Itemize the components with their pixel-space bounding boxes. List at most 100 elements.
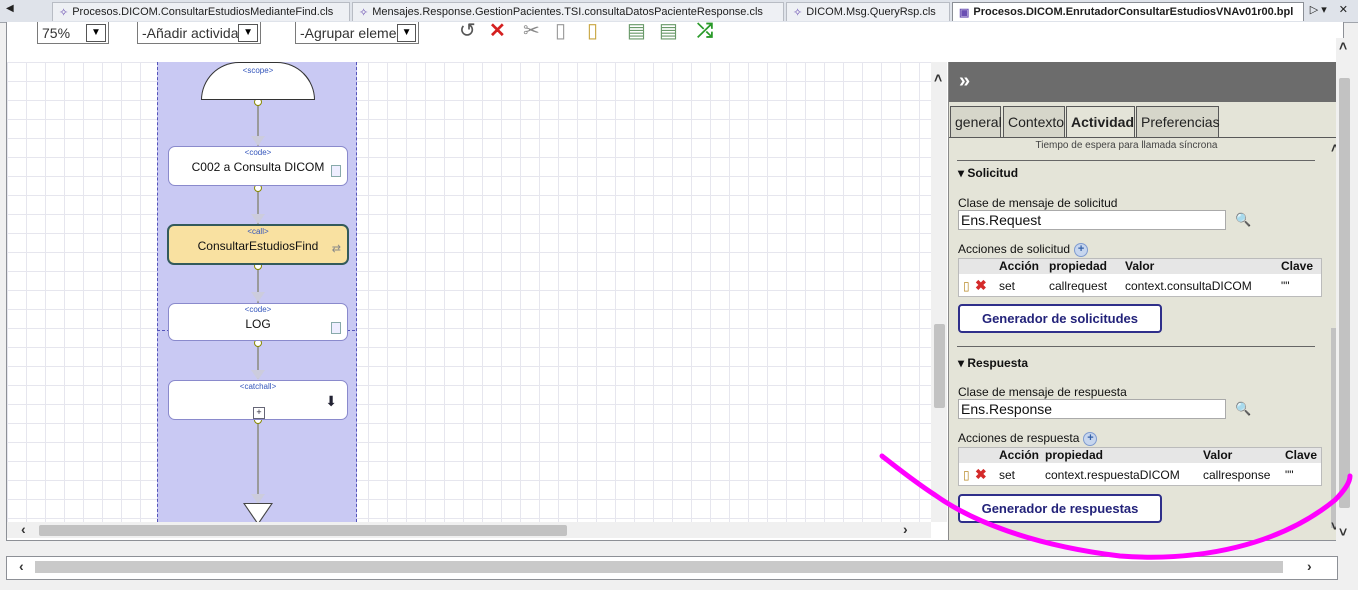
chevron-down-icon: ▼ xyxy=(238,23,258,42)
collapse-triangle-icon: ▾ xyxy=(958,356,968,370)
zoom-select[interactable]: 75% ▼ xyxy=(37,22,109,44)
bpl-file-icon: ▣ xyxy=(959,6,970,19)
document-tab-bar: ◀ ✧ Procesos.DICOM.ConsultarEstudiosMedi… xyxy=(0,0,1358,23)
column-header: propiedad xyxy=(1045,448,1104,462)
column-header: Clave xyxy=(1281,259,1314,273)
arrow-head-icon xyxy=(251,370,265,380)
tab-contexto[interactable]: Contexto xyxy=(1003,106,1065,137)
tab-scroll-left-icon[interactable]: ◀ xyxy=(6,3,14,14)
tab-general[interactable]: general xyxy=(950,106,1002,137)
editor-vertical-scrollbar[interactable]: ˄ ˅ xyxy=(1336,38,1352,542)
activity-name: ConsultarEstudiosFind xyxy=(197,239,319,253)
diagram-canvas[interactable]: <scope> <code> C002 a Consulta DICOM <ca… xyxy=(7,62,931,522)
edit-action-icon[interactable]: ▯ xyxy=(963,279,970,293)
response-class-input[interactable]: Ens.Response xyxy=(958,399,1226,419)
activity-kind-label: <code> xyxy=(244,305,272,314)
class-file-icon: ✧ xyxy=(59,6,69,19)
tab-label: DICOM.Msg.QueryRsp.cls xyxy=(806,6,936,18)
scrollbar-thumb[interactable] xyxy=(35,561,1283,573)
add-activity-value: -Añadir activida xyxy=(142,24,239,41)
request-section-header[interactable]: ▾ Solicitud xyxy=(958,166,1018,180)
delete-action-icon[interactable]: ✖ xyxy=(975,277,987,294)
scroll-right-icon[interactable]: › xyxy=(1307,558,1312,574)
scroll-right-icon[interactable]: › xyxy=(903,521,908,537)
request-section-title: Solicitud xyxy=(967,166,1019,180)
close-icon[interactable]: ✕ xyxy=(1339,3,1348,16)
document-icon xyxy=(331,322,341,334)
canvas-vertical-scrollbar[interactable]: ˄ xyxy=(931,62,947,522)
search-icon[interactable]: 🔍 xyxy=(1235,401,1251,417)
scope-end-shape-inner xyxy=(245,504,271,522)
response-section-title: Respuesta xyxy=(967,356,1029,370)
column-header: Valor xyxy=(1203,448,1233,462)
arrow-head-icon xyxy=(251,214,265,224)
arrange-icon[interactable]: ⤮ xyxy=(697,22,713,41)
column-header: Clave xyxy=(1285,448,1318,462)
diagram-toolbar: 75% ▼ -Añadir activida ▼ -Agrupar elemen… xyxy=(7,22,1343,62)
tab-enrutador-consultar-estudios[interactable]: ▣ Procesos.DICOM.EnrutadorConsultarEstud… xyxy=(952,2,1304,21)
value-cell: context.consultaDICOM xyxy=(1125,279,1252,293)
tab-actividad[interactable]: Actividad xyxy=(1066,106,1135,138)
table-row[interactable]: ▯ ✖ set context.respuestaDICOM callrespo… xyxy=(959,463,1321,485)
request-class-label: Clase de mensaje de solicitud xyxy=(958,196,1118,210)
tab-query-rsp[interactable]: ✧ DICOM.Msg.QueryRsp.cls xyxy=(786,2,950,21)
response-builder-button[interactable]: Generador de respuestas xyxy=(958,494,1162,523)
column-header: propiedad xyxy=(1049,259,1108,273)
activity-kind-label: <call> xyxy=(247,227,269,236)
tab-consulta-datos-paciente-response[interactable]: ✧ Mensajes.Response.GestionPacientes.TSI… xyxy=(352,2,784,21)
response-class-label: Clase de mensaje de respuesta xyxy=(958,385,1127,399)
catchall-activity[interactable]: <catchall> ⬇ + xyxy=(168,380,348,420)
request-actions-text: Acciones de solicitud xyxy=(958,242,1071,256)
scrollbar-thumb[interactable] xyxy=(39,525,567,536)
paste-icon[interactable]: ▯ xyxy=(587,22,598,41)
add-response-action-icon[interactable]: + xyxy=(1083,431,1098,446)
copy-icon[interactable]: ▯ xyxy=(555,22,566,41)
add-activity-select[interactable]: -Añadir activida ▼ xyxy=(137,22,261,44)
scrollbar-thumb[interactable] xyxy=(1339,78,1350,508)
scope-start-shape[interactable]: <scope> xyxy=(201,62,315,100)
request-class-input[interactable]: Ens.Request xyxy=(958,210,1226,230)
group-elements-select[interactable]: -Agrupar elemen ▼ xyxy=(295,22,419,44)
call-activity-consultar-estudios[interactable]: <call> ConsultarEstudiosFind ⇄ xyxy=(167,224,349,265)
expand-icon[interactable]: + xyxy=(253,407,265,419)
scrollbar-thumb[interactable] xyxy=(934,324,945,408)
scroll-down-icon[interactable]: ˅ xyxy=(1339,524,1347,540)
delete-action-icon[interactable]: ✖ xyxy=(975,466,987,483)
undo-icon[interactable]: ↺ xyxy=(459,22,476,41)
page-horizontal-scrollbar[interactable]: ‹ › xyxy=(6,556,1338,580)
scroll-left-icon[interactable]: ‹ xyxy=(19,558,24,574)
scroll-up-icon[interactable]: ˄ xyxy=(1339,38,1347,54)
property-cell: context.respuestaDICOM xyxy=(1045,468,1180,482)
class-file-icon: ✧ xyxy=(793,6,803,19)
tab-label: Mensajes.Response.GestionPacientes.TSI.c… xyxy=(372,6,763,18)
group-icon[interactable]: ▤ xyxy=(627,22,646,41)
section-divider xyxy=(957,346,1315,347)
tab-label: Procesos.DICOM.ConsultarEstudiosMediante… xyxy=(72,6,334,18)
timeout-note: Tiempo de espera para llamada síncrona xyxy=(1035,140,1218,151)
activity-name: LOG xyxy=(245,317,271,331)
arrow-head-icon xyxy=(251,136,265,146)
code-activity-c002[interactable]: <code> C002 a Consulta DICOM xyxy=(168,146,348,186)
search-icon[interactable]: 🔍 xyxy=(1235,212,1251,228)
request-builder-button[interactable]: Generador de solicitudes xyxy=(958,304,1162,333)
delete-icon[interactable]: ✕ xyxy=(489,22,506,41)
scroll-up-icon[interactable]: ˄ xyxy=(934,70,942,86)
response-section-header[interactable]: ▾ Respuesta xyxy=(958,356,1028,370)
value-cell: callresponse xyxy=(1203,468,1271,482)
arrow-head-icon xyxy=(251,292,265,302)
tab-list-icon[interactable]: ▷ ▾ xyxy=(1310,3,1327,16)
code-activity-log[interactable]: <code> LOG xyxy=(168,303,348,341)
scroll-left-icon[interactable]: ‹ xyxy=(21,521,26,537)
canvas-horizontal-scrollbar[interactable]: ‹ › xyxy=(7,521,931,538)
ungroup-icon[interactable]: ▤ xyxy=(659,22,678,41)
edit-action-icon[interactable]: ▯ xyxy=(963,468,970,482)
add-request-action-icon[interactable]: + xyxy=(1074,242,1089,257)
tab-preferencias[interactable]: Preferencias xyxy=(1136,106,1220,137)
action-cell: set xyxy=(999,279,1016,293)
call-sync-icon: ⇄ xyxy=(331,243,341,255)
activity-properties: Tiempo de espera para llamada síncrona ▾… xyxy=(949,138,1329,540)
tab-consultar-estudios-find[interactable]: ✧ Procesos.DICOM.ConsultarEstudiosMedian… xyxy=(52,2,350,21)
collapse-panel-button[interactable]: » xyxy=(949,62,1343,102)
table-row[interactable]: ▯ ✖ set callrequest context.consultaDICO… xyxy=(959,274,1321,296)
cut-icon[interactable]: ✂ xyxy=(523,22,540,41)
